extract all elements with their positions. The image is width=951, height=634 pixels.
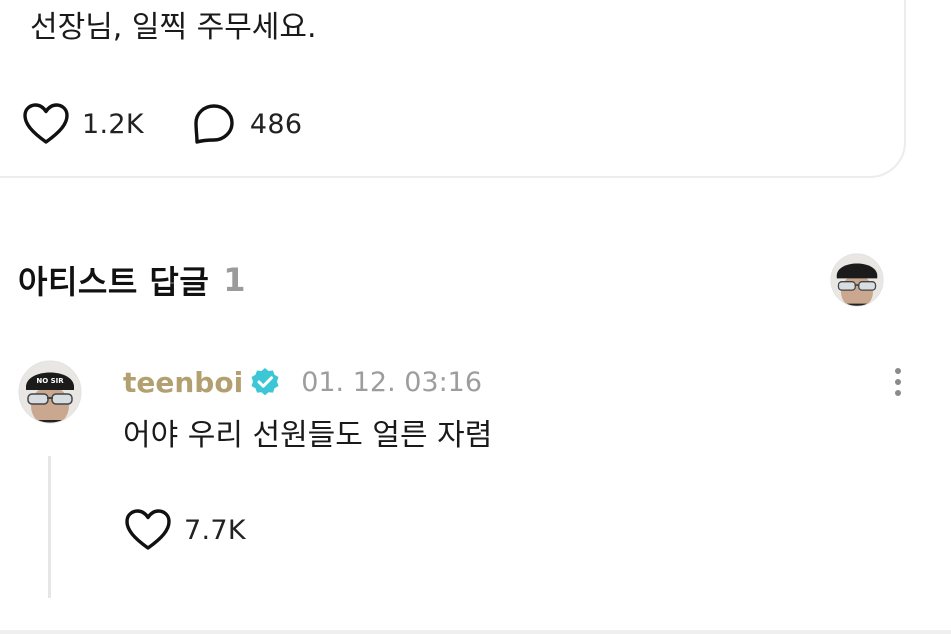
more-dot [895,390,901,396]
artist-avatar[interactable] [830,253,884,307]
verified-badge-icon [249,366,281,398]
more-dot [895,368,901,374]
reply-author-name[interactable]: teenboi [123,366,243,399]
post-card: 선장님, 일찍 주무세요. 1.2K 486 [0,0,906,178]
cap-text: NO SIR [36,377,64,385]
section-title: 아티스트 답글 [18,263,210,301]
post-comment-count: 486 [249,108,303,140]
reply-author-avatar[interactable]: NO SIR [18,360,82,424]
speech-bubble-icon [190,100,238,148]
more-vertical-icon[interactable] [880,362,916,402]
reply-like-button[interactable]: 7.7K [124,506,246,554]
reply-timestamp: 01. 12. 03:16 [301,366,483,398]
thread-line [48,456,51,598]
section-count: 1 [223,261,246,299]
artist-replies-header: 아티스트 답글 1 [18,254,246,306]
post-like-button[interactable]: 1.2K [22,100,144,148]
reply-like-count: 7.7K [184,514,246,546]
post-like-count: 1.2K [82,108,144,140]
bottom-divider [0,630,951,634]
reply-meta: teenboi 01. 12. 03:16 [123,362,482,402]
heart-outline-icon [124,506,172,554]
post-actions: 1.2K 486 [22,100,302,148]
post-text: 선장님, 일찍 주무세요. [30,10,317,45]
heart-outline-icon [22,100,70,148]
reply-actions: 7.7K [124,506,246,554]
page: 선장님, 일찍 주무세요. 1.2K 486 아티스트 답글 1 NO SIR … [0,0,951,634]
reply-text: 어야 우리 선원들도 얼른 자렴 [123,418,493,453]
more-dot [895,379,901,385]
post-comment-button[interactable]: 486 [190,100,302,148]
